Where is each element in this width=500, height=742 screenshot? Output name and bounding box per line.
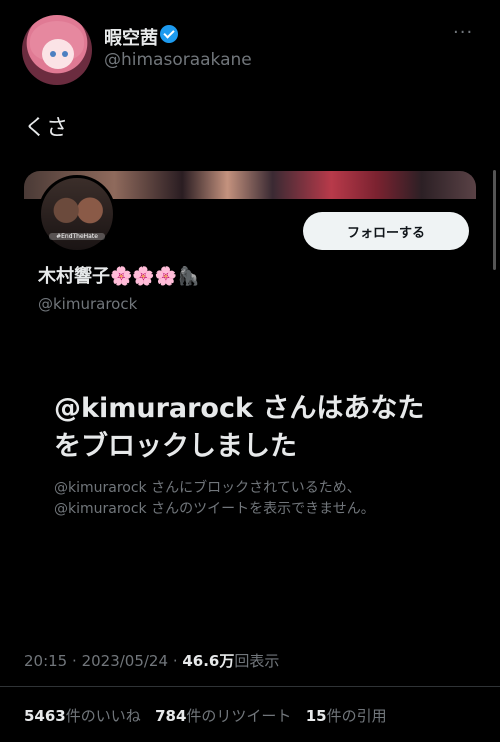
views-count: 46.6万 bbox=[182, 652, 235, 670]
profile-avatar[interactable]: #EndTheHate bbox=[38, 175, 116, 253]
quotes-label: 件の引用 bbox=[326, 707, 387, 725]
likes-label: 件のいいね bbox=[65, 707, 141, 725]
blocked-description: @kimurarock さんにブロックされているため、 @kimurarock … bbox=[54, 478, 454, 520]
avatar-eye bbox=[62, 51, 68, 57]
divider bbox=[0, 686, 500, 687]
more-options-icon[interactable]: ··· bbox=[453, 22, 473, 43]
tweet-date[interactable]: 2023/05/24 bbox=[82, 652, 168, 670]
quotes-stat[interactable]: 15件の引用 bbox=[306, 707, 387, 725]
retweets-label: 件のリツイート bbox=[186, 707, 292, 725]
blocked-description-line: @kimurarock さんのツイートを表示できません。 bbox=[54, 501, 375, 517]
tweet-stats: 5463件のいいね 784件のリツイート 15件の引用 bbox=[24, 705, 387, 726]
avatar-caption: #EndTheHate bbox=[49, 233, 105, 240]
avatar-eye bbox=[50, 51, 56, 57]
author-avatar[interactable] bbox=[22, 15, 92, 85]
likes-stat[interactable]: 5463件のいいね bbox=[24, 707, 141, 725]
retweets-stat[interactable]: 784件のリツイート bbox=[155, 707, 291, 725]
blocked-description-line: @kimurarock さんにブロックされているため、 bbox=[54, 480, 361, 496]
profile-handle: @kimurarock bbox=[38, 295, 138, 313]
blocked-title: @kimurarock さんはあなたをブロックしました bbox=[54, 393, 425, 462]
tweet-text: くさ bbox=[24, 116, 69, 141]
author-name[interactable]: 暇空茜 bbox=[104, 24, 158, 50]
retweets-count: 784 bbox=[155, 707, 187, 725]
author-handle[interactable]: @himasoraakane bbox=[104, 50, 252, 70]
tweet-time[interactable]: 20:15 bbox=[24, 652, 67, 670]
tweet-meta: 20:15 · 2023/05/24 · 46.6万回表示 bbox=[24, 652, 280, 670]
quotes-count: 15 bbox=[305, 707, 327, 725]
likes-count: 5463 bbox=[24, 707, 66, 725]
avatar-face bbox=[42, 39, 74, 69]
profile-name: 木村響子🌸🌸🌸🦍 bbox=[38, 266, 200, 287]
verified-badge-icon bbox=[160, 25, 178, 43]
follow-button[interactable]: フォローする bbox=[303, 212, 469, 250]
views-label: 回表示 bbox=[234, 652, 280, 670]
scrollbar[interactable] bbox=[493, 170, 496, 270]
